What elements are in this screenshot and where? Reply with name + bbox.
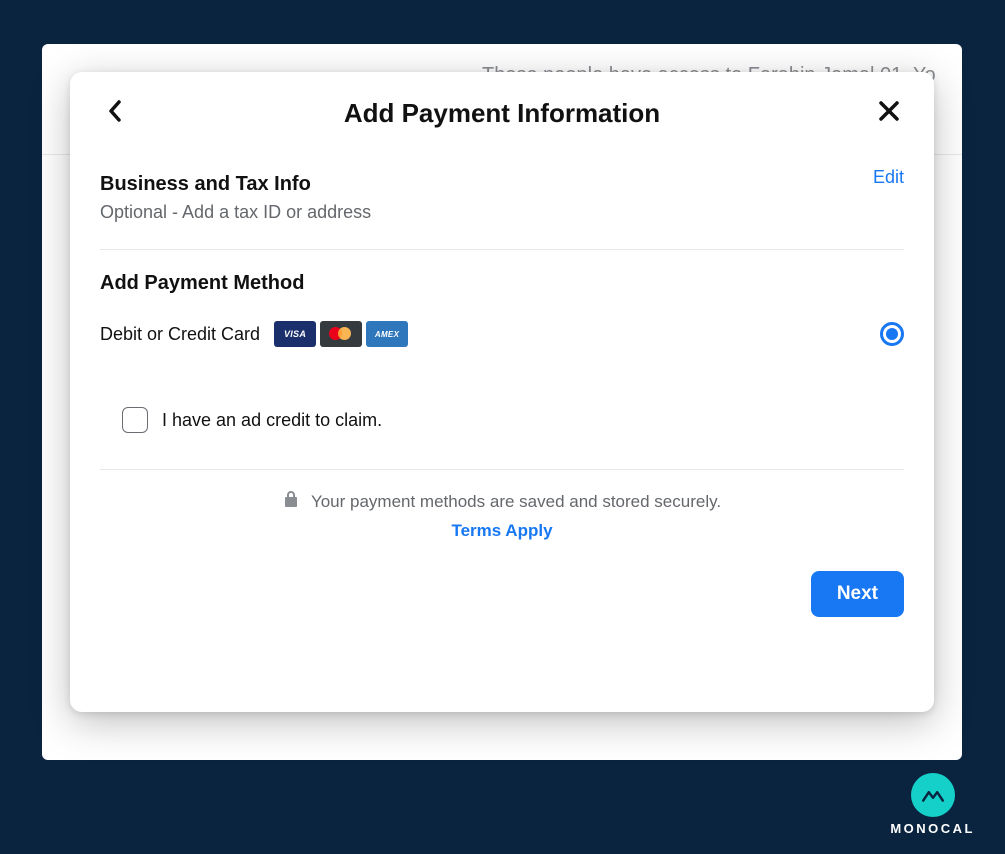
close-icon: [878, 100, 900, 127]
ad-credit-label: I have an ad credit to claim.: [162, 410, 382, 431]
chevron-left-icon: [108, 100, 122, 127]
visa-icon: VISA: [274, 321, 316, 347]
business-tax-subtitle: Optional - Add a tax ID or address: [100, 202, 371, 223]
back-button[interactable]: [100, 99, 130, 129]
business-tax-title: Business and Tax Info: [100, 173, 371, 196]
radio-selected-icon: [886, 328, 898, 340]
watermark-logo-icon: [911, 773, 955, 817]
watermark-text: MONOCAL: [890, 821, 975, 836]
secure-row: Your payment methods are saved and store…: [100, 490, 904, 541]
business-tax-section: Business and Tax Info Optional - Add a t…: [100, 173, 904, 250]
modal-header: Add Payment Information: [100, 98, 904, 129]
payment-option-left: Debit or Credit Card VISA AMEX: [100, 321, 408, 347]
edit-link[interactable]: Edit: [873, 167, 904, 188]
mastercard-icon: [320, 321, 362, 347]
payment-modal: Add Payment Information Business and Tax…: [70, 72, 934, 712]
card-badges: VISA AMEX: [274, 321, 408, 347]
lock-icon: [283, 490, 299, 513]
close-button[interactable]: [874, 99, 904, 129]
modal-title: Add Payment Information: [130, 98, 874, 129]
secure-line: Your payment methods are saved and store…: [283, 490, 721, 513]
payment-option-radio[interactable]: [880, 322, 904, 346]
payment-option-label: Debit or Credit Card: [100, 324, 260, 345]
secure-text: Your payment methods are saved and store…: [311, 492, 721, 512]
payment-option-row[interactable]: Debit or Credit Card VISA AMEX: [100, 321, 904, 347]
ad-credit-checkbox[interactable]: [122, 407, 148, 433]
watermark: MONOCAL: [890, 773, 975, 836]
payment-method-title: Add Payment Method: [100, 272, 904, 295]
business-tax-left: Business and Tax Info Optional - Add a t…: [100, 173, 371, 223]
amex-icon: AMEX: [366, 321, 408, 347]
modal-footer: Next: [100, 571, 904, 617]
ad-credit-row: I have an ad credit to claim.: [100, 407, 904, 470]
next-button[interactable]: Next: [811, 571, 904, 617]
terms-link[interactable]: Terms Apply: [451, 521, 552, 541]
